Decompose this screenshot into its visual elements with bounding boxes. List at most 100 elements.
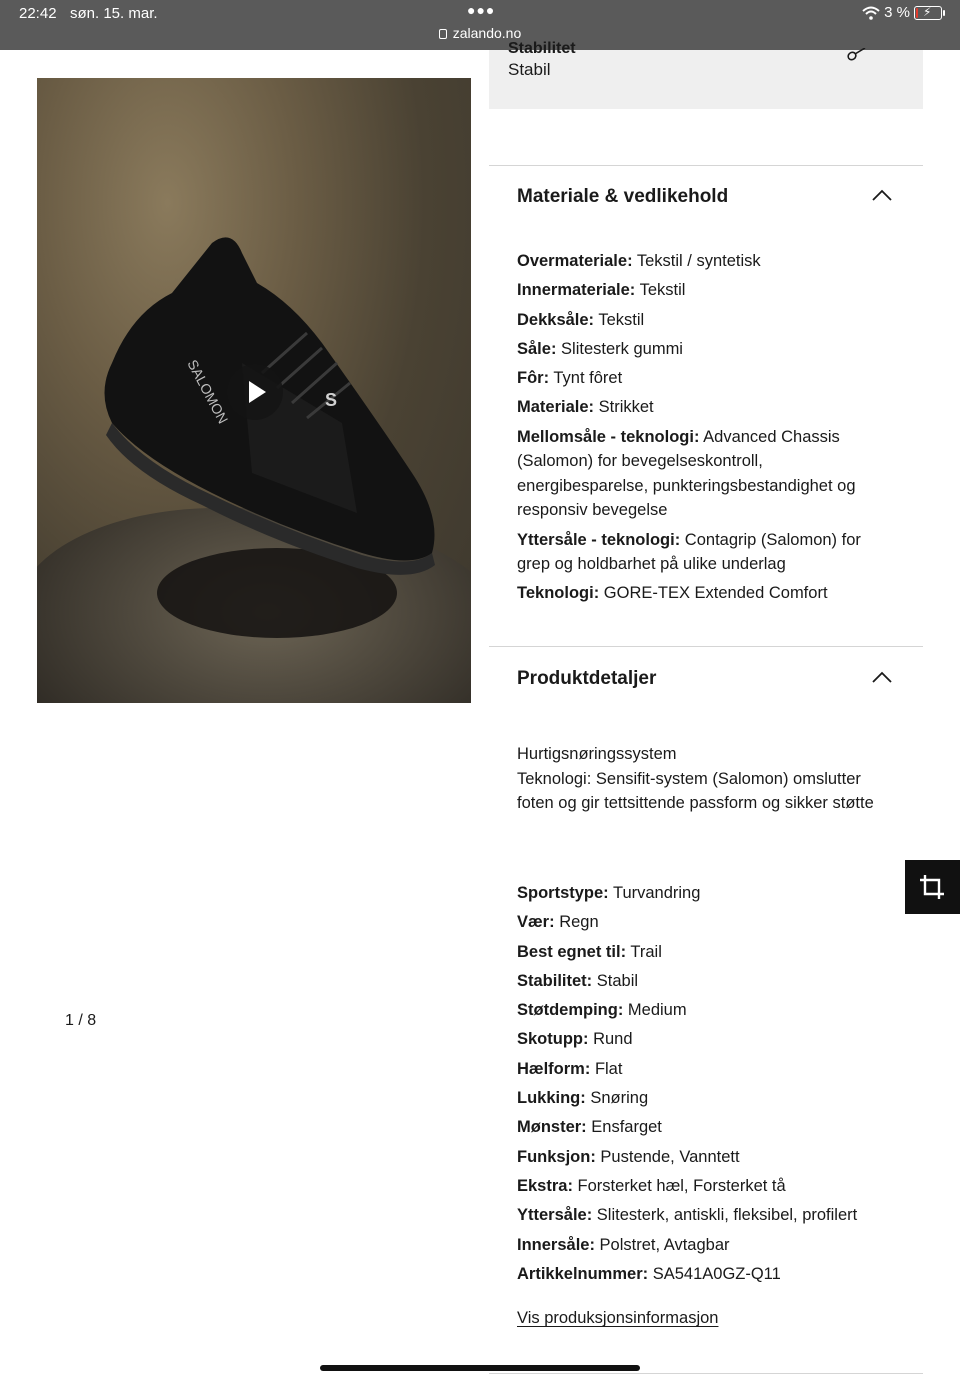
attribute-row: Overmateriale: Tekstil / syntetisk	[517, 249, 897, 274]
attribute-value: Ensfarget	[591, 1118, 662, 1137]
attribute-value: GORE-TEX Extended Comfort	[603, 584, 828, 603]
chevron-up-icon[interactable]	[872, 671, 892, 683]
attribute-key: Ekstra:	[517, 1176, 573, 1195]
crop-icon	[920, 875, 944, 899]
production-info-link[interactable]: Vis produksjonsinformasjon	[517, 1309, 718, 1328]
attribute-key: Lukking:	[517, 1089, 586, 1108]
attribute-value: Stabil	[596, 971, 639, 990]
divider	[489, 165, 923, 166]
attribute-row: Innersåle: Polstret, Avtagbar	[517, 1233, 897, 1258]
attribute-key: Innermateriale:	[517, 281, 636, 300]
attribute-key: Støtdemping:	[517, 1001, 624, 1020]
stability-card-value: Stabil	[508, 60, 551, 79]
chevron-up-icon[interactable]	[872, 189, 892, 201]
divider	[489, 1373, 923, 1374]
home-indicator[interactable]	[320, 1365, 640, 1371]
attribute-key: Vær:	[517, 913, 555, 932]
battery-percent: 3 %	[884, 4, 910, 21]
attribute-row: Såle: Slitesterk gummi	[517, 337, 897, 362]
image-pager: 1 / 8	[65, 1012, 97, 1029]
attribute-value: Slitesterk, antiskli, fleksibel, profile…	[596, 1206, 858, 1225]
attribute-value: Flat	[594, 1059, 623, 1078]
attribute-value: Trail	[630, 942, 662, 961]
details-description-line: Hurtigsnøringssystem	[517, 745, 677, 763]
attribute-row: Mellomsåle - teknologi: Advanced Chassis…	[517, 425, 897, 523]
attribute-row: Materiale: Strikket	[517, 395, 897, 420]
details-section-title[interactable]: Produktdetaljer	[517, 668, 656, 690]
attribute-key: Stabilitet:	[517, 971, 593, 990]
attribute-key: Overmateriale:	[517, 252, 633, 270]
details-description: Hurtigsnøringssystem Teknologi: Sensifit…	[517, 742, 897, 816]
attribute-key: Innersåle:	[517, 1235, 595, 1254]
attribute-key: Yttersåle:	[517, 1206, 593, 1225]
attribute-key: Artikkelnummer:	[517, 1264, 649, 1283]
attribute-row: Vær: Regn	[517, 910, 897, 935]
attribute-value: Turvandring	[612, 884, 701, 902]
lock-icon	[438, 29, 447, 39]
attribute-key: Såle:	[517, 339, 557, 358]
url-text: zalando.no	[452, 25, 522, 41]
attribute-key: Skotupp:	[517, 1030, 589, 1049]
attribute-row: Hælform: Flat	[517, 1057, 897, 1082]
attribute-value: Tekstil	[639, 281, 686, 300]
attribute-key: Dekksåle:	[517, 310, 595, 329]
stability-card-label: Stabilitet	[508, 40, 576, 57]
stability-card: Stabilitet Stabil	[489, 40, 923, 109]
status-date: søn. 15. mar.	[70, 5, 158, 22]
attribute-value: Regn	[559, 913, 599, 932]
attribute-value: Tekstil / syntetisk	[636, 252, 761, 270]
attribute-value: Snøring	[590, 1089, 649, 1108]
attribute-key: Best egnet til:	[517, 942, 627, 961]
attribute-value: Slitesterk gummi	[561, 339, 683, 358]
attribute-row: Mønster: Ensfarget	[517, 1115, 897, 1140]
attribute-value: Tynt fôret	[553, 369, 623, 388]
attribute-key: Sportstype:	[517, 884, 609, 902]
attribute-row: Innermateriale: Tekstil	[517, 278, 897, 303]
divider	[489, 646, 923, 647]
play-icon[interactable]	[227, 364, 283, 420]
attribute-key: Mellomsåle - teknologi:	[517, 427, 700, 446]
attribute-row: Ekstra: Forsterket hæl, Forsterket tå	[517, 1174, 897, 1199]
attribute-row: Best egnet til: Trail	[517, 940, 897, 965]
wifi-icon	[862, 6, 880, 20]
details-description-line: Teknologi: Sensifit-system (Salomon) oms…	[517, 769, 874, 813]
details-attributes: Sportstype: Turvandring Vær: Regn Best egn…	[517, 881, 897, 1291]
attribute-row: Funksjon: Pustende, Vanntett	[517, 1145, 897, 1170]
attribute-key: Fôr:	[517, 369, 550, 388]
material-section-title[interactable]: Materiale & vedlikehold	[517, 186, 728, 208]
attribute-row: Sportstype: Turvandring	[517, 881, 897, 906]
material-attributes: Overmateriale: Tekstil / syntetisk Innerm…	[517, 249, 897, 611]
more-dots-icon[interactable]: ●●●	[467, 2, 495, 18]
attribute-row: Støtdemping: Medium	[517, 998, 897, 1023]
attribute-row: Skotupp: Rund	[517, 1027, 897, 1052]
attribute-value: Pustende, Vanntett	[600, 1147, 740, 1166]
attribute-key: Materiale:	[517, 398, 595, 417]
attribute-key: Teknologi:	[517, 584, 600, 603]
attribute-row: Dekksåle: Tekstil	[517, 308, 897, 333]
attribute-value: SA541A0GZ-Q11	[652, 1264, 781, 1283]
attribute-row: Yttersåle - teknologi: Contagrip (Salomo…	[517, 528, 897, 577]
status-bar: 22:42 søn. 15. mar. ●●● zalando.no 3 % ⚡	[0, 0, 960, 50]
attribute-value: Rund	[593, 1030, 633, 1049]
info-icon[interactable]	[845, 48, 869, 62]
attribute-key: Yttersåle - teknologi:	[517, 530, 681, 549]
attribute-row: Stabilitet: Stabil	[517, 969, 897, 994]
status-right: 3 % ⚡	[862, 4, 945, 21]
attribute-value: Tekstil	[598, 310, 645, 329]
attribute-value: Forsterket hæl, Forsterket tå	[577, 1176, 786, 1195]
attribute-row: Teknologi: GORE-TEX Extended Comfort	[517, 581, 897, 606]
attribute-row: Lukking: Snøring	[517, 1086, 897, 1111]
attribute-row: Yttersåle: Slitesterk, antiskli, fleksib…	[517, 1203, 897, 1228]
attribute-value: Strikket	[598, 398, 654, 417]
attribute-key: Funksjon:	[517, 1147, 596, 1166]
address-bar[interactable]: zalando.no	[0, 25, 960, 41]
svg-text:S: S	[325, 390, 337, 410]
attribute-row: Fôr: Tynt fôret	[517, 366, 897, 391]
battery-icon: ⚡	[914, 5, 945, 20]
attribute-key: Mønster:	[517, 1118, 587, 1137]
crop-button[interactable]	[905, 860, 960, 914]
product-image[interactable]: SALOMON S	[37, 78, 471, 703]
attribute-key: Hælform:	[517, 1059, 591, 1078]
status-time: 22:42	[19, 5, 57, 22]
attribute-row: Artikkelnummer: SA541A0GZ-Q11	[517, 1262, 897, 1287]
